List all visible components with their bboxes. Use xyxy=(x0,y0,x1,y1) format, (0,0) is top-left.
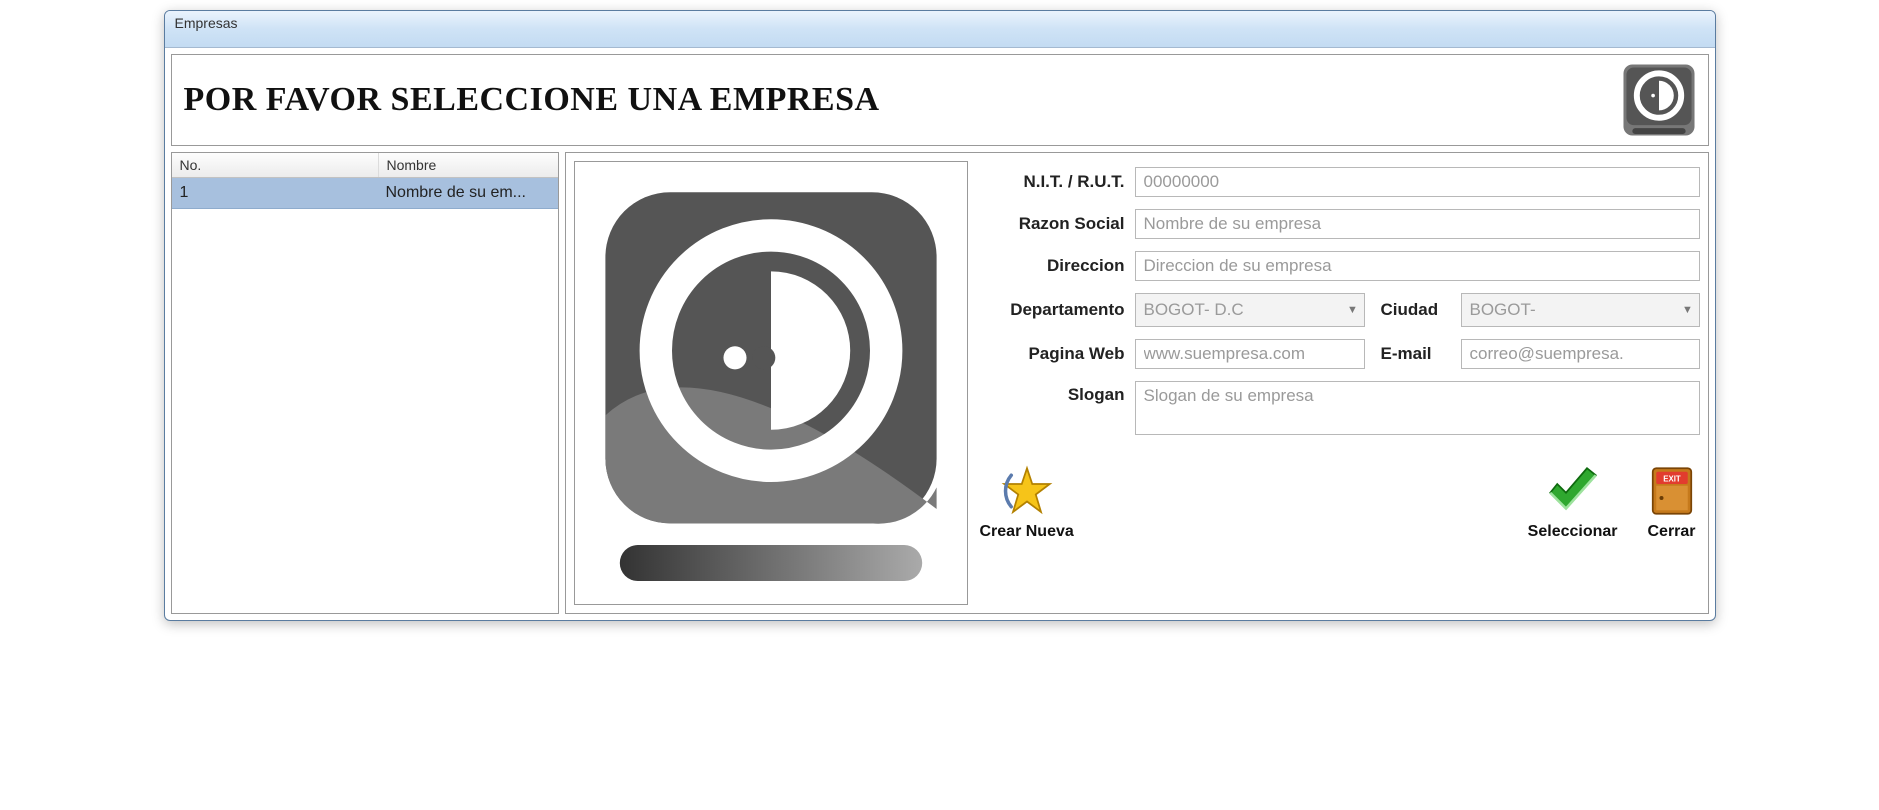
exit-door-icon: EXIT xyxy=(1644,463,1700,519)
window-empresas: Empresas POR FAVOR SELECCIONE UNA EMPRES… xyxy=(164,10,1716,621)
label-web: Pagina Web xyxy=(980,344,1125,364)
form-area: N.I.T. / R.U.T. Razon Social Direccion D… xyxy=(980,161,1700,605)
slogan-field[interactable] xyxy=(1135,381,1700,435)
label-ciudad: Ciudad xyxy=(1375,300,1451,320)
crear-nueva-label: Crear Nueva xyxy=(980,523,1074,541)
app-logo-icon xyxy=(1622,63,1696,137)
crear-nueva-button[interactable]: Crear Nueva xyxy=(980,463,1074,541)
seleccionar-label: Seleccionar xyxy=(1528,523,1618,541)
column-header-nombre[interactable]: Nombre xyxy=(379,153,558,177)
departamento-value: BOGOT- D.C xyxy=(1136,300,1342,320)
razon-social-field[interactable] xyxy=(1135,209,1700,239)
cell-nombre: Nombre de su em... xyxy=(378,182,558,204)
window-titlebar[interactable]: Empresas xyxy=(165,11,1715,48)
table-row[interactable]: 1 Nombre de su em... xyxy=(172,178,558,209)
ciudad-select[interactable]: BOGOT- ▼ xyxy=(1461,293,1700,327)
company-logo-preview[interactable] xyxy=(574,161,968,605)
cerrar-label: Cerrar xyxy=(1647,523,1695,541)
company-list-panel: No. Nombre 1 Nombre de su em... xyxy=(171,152,559,614)
cell-no: 1 xyxy=(172,182,378,204)
chevron-down-icon: ▼ xyxy=(1677,304,1699,316)
header-panel: POR FAVOR SELECCIONE UNA EMPRESA xyxy=(171,54,1709,146)
star-icon xyxy=(999,463,1055,519)
label-email: E-mail xyxy=(1375,344,1451,364)
check-icon xyxy=(1545,463,1601,519)
label-slogan: Slogan xyxy=(980,381,1125,405)
departamento-select[interactable]: BOGOT- D.C ▼ xyxy=(1135,293,1365,327)
client-area: POR FAVOR SELECCIONE UNA EMPRESA No. No xyxy=(165,48,1715,620)
column-header-no[interactable]: No. xyxy=(172,153,379,177)
web-field[interactable] xyxy=(1135,339,1365,369)
email-field[interactable] xyxy=(1461,339,1700,369)
svg-text:EXIT: EXIT xyxy=(1663,474,1681,483)
label-departamento: Departamento xyxy=(980,300,1125,320)
label-razon: Razon Social xyxy=(980,214,1125,234)
seleccionar-button[interactable]: Seleccionar xyxy=(1528,463,1618,541)
label-nit: N.I.T. / R.U.T. xyxy=(980,172,1125,192)
details-panel: N.I.T. / R.U.T. Razon Social Direccion D… xyxy=(565,152,1709,614)
chevron-down-icon: ▼ xyxy=(1342,304,1364,316)
company-list-header[interactable]: No. Nombre xyxy=(172,153,558,178)
direccion-field[interactable] xyxy=(1135,251,1700,281)
company-list-body: 1 Nombre de su em... xyxy=(172,178,558,613)
label-direccion: Direccion xyxy=(980,256,1125,276)
ciudad-value: BOGOT- xyxy=(1462,300,1677,320)
window-title: Empresas xyxy=(175,15,238,31)
page-title: POR FAVOR SELECCIONE UNA EMPRESA xyxy=(184,81,880,119)
cerrar-button[interactable]: EXIT Cerrar xyxy=(1644,463,1700,541)
nit-field[interactable] xyxy=(1135,167,1700,197)
